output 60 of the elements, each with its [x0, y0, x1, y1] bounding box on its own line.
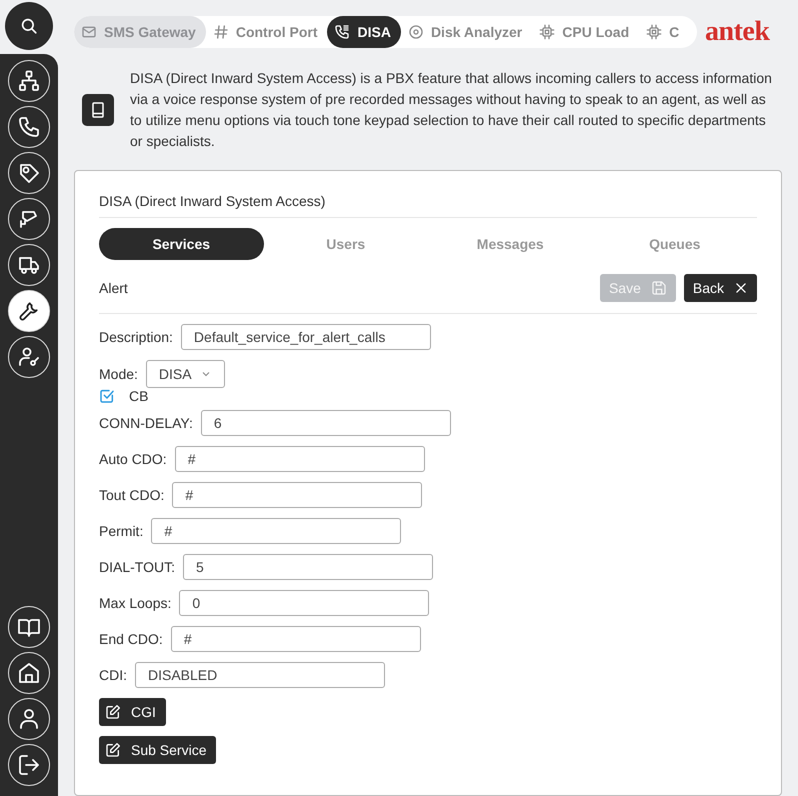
field-label: CDI:: [99, 667, 127, 683]
field-label: Tout CDO:: [99, 487, 164, 503]
sidebar-user-key-button[interactable]: [8, 336, 50, 378]
hash-icon: [212, 24, 229, 40]
user-icon: [17, 707, 41, 731]
sidebar-network-button[interactable]: [8, 60, 50, 102]
sidebar-book-button[interactable]: [8, 606, 50, 648]
sidebar-camera-button[interactable]: [8, 198, 50, 240]
back-button[interactable]: Back: [684, 274, 757, 302]
logout-icon: [17, 753, 41, 777]
input-field[interactable]: DISABLED: [135, 662, 385, 688]
sidebar-logout-button[interactable]: [8, 744, 50, 786]
input-field[interactable]: #: [170, 626, 421, 652]
chip-icon: [539, 24, 556, 40]
book-icon: [82, 94, 114, 126]
input-field[interactable]: #: [151, 518, 402, 544]
section-title: Alert: [99, 280, 128, 296]
checkbox-label: CB: [129, 388, 148, 404]
sidebar-phone-button[interactable]: [8, 106, 50, 148]
mode-dropdown[interactable]: DISA: [146, 360, 225, 388]
envelope-icon: [81, 24, 97, 40]
phone-icon: [334, 24, 350, 40]
module-tab[interactable]: DISA: [327, 16, 401, 48]
field-label: End CDO:: [99, 631, 163, 647]
home-icon: [17, 661, 41, 685]
input-field[interactable]: #: [174, 446, 425, 472]
sidebar-truck-button[interactable]: [8, 244, 50, 286]
network-icon: [17, 69, 41, 93]
input-field[interactable]: 0: [179, 590, 430, 616]
user-key-icon: [17, 345, 41, 369]
phone-icon: [17, 115, 41, 139]
logo: antek: [705, 16, 770, 48]
input-field[interactable]: 5: [182, 554, 433, 580]
sidebar-home-button[interactable]: [8, 652, 50, 694]
field-label: DIAL-TOUT:: [99, 559, 175, 575]
input-field[interactable]: Default_service_for_alert_calls: [180, 324, 431, 350]
checkbox[interactable]: [99, 388, 115, 404]
input-field[interactable]: 6: [200, 410, 451, 436]
search-button[interactable]: [5, 2, 53, 50]
sidebar-user-button[interactable]: [8, 698, 50, 740]
search-icon: [20, 17, 38, 35]
description-text: DISA (Direct Inward System Access) is a PBX feature that allows incoming callers to access information via a voice response system of pre recorded messages without having to speak to an agent, as well as to utilize menu options via touch tone keypad selection to have their call routed to specific departments or specialists.: [130, 69, 773, 151]
card-title: DISA (Direct Inward System Access): [99, 192, 326, 211]
field-label: CONN-DELAY:: [99, 415, 193, 431]
field-label: Max Loops:: [99, 595, 172, 611]
edit-button[interactable]: Sub Service: [99, 736, 216, 764]
field-label: Mode:: [99, 366, 138, 382]
field-label: Permit:: [99, 523, 144, 539]
field-label: Auto CDO:: [99, 451, 167, 467]
section-tab[interactable]: Services: [99, 228, 264, 260]
chip-icon: [646, 24, 662, 40]
edit-icon: [105, 742, 121, 758]
disc-icon: [408, 24, 424, 40]
input-field[interactable]: #: [172, 482, 422, 508]
edit-icon: [105, 704, 121, 720]
edit-button[interactable]: CGI: [99, 698, 166, 726]
close-icon: [734, 281, 748, 295]
sidebar-wrench-button[interactable]: [8, 290, 50, 332]
save-icon: [650, 280, 667, 296]
field-label: Description:: [99, 329, 173, 345]
